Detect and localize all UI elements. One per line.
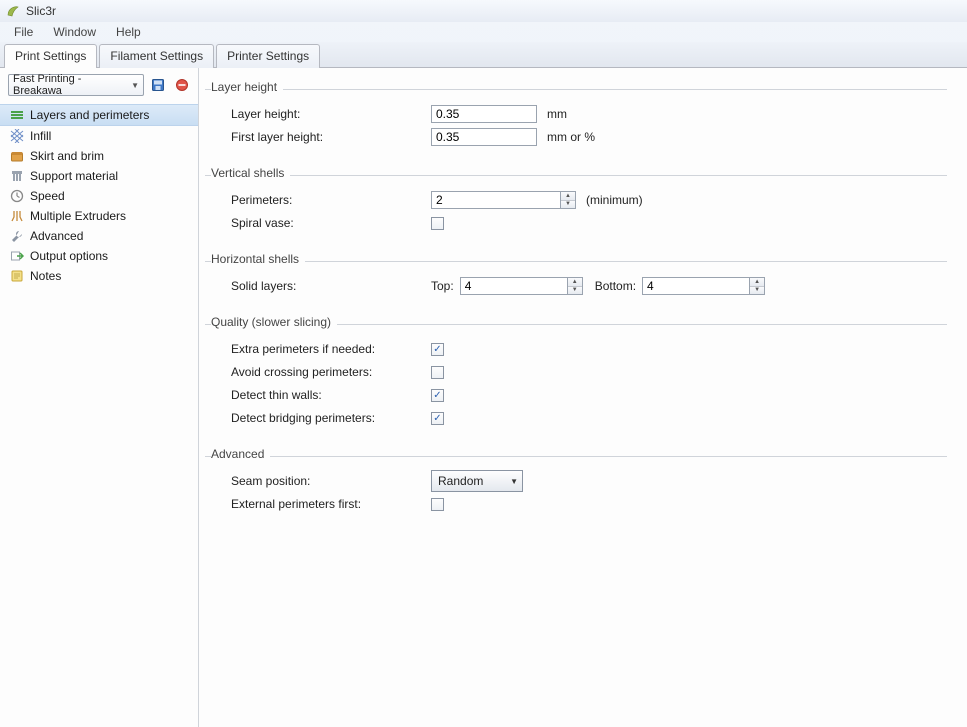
spin-down-icon[interactable]: ▼: [750, 287, 764, 295]
chevron-down-icon: ▼: [510, 477, 518, 486]
layer-height-label: Layer height:: [231, 107, 431, 121]
group-advanced: Advanced Seam position: Random ▼ Externa…: [205, 447, 947, 515]
spin-up-icon[interactable]: ▲: [561, 192, 575, 201]
sidebar-item-speed[interactable]: Speed: [0, 186, 198, 206]
menubar: File Window Help: [0, 22, 967, 42]
group-vertical-shells: Vertical shells Perimeters: ▲▼ (minimum)…: [205, 166, 947, 234]
group-title: Layer height: [211, 80, 283, 94]
sidebar-item-multiple-extruders[interactable]: Multiple Extruders: [0, 206, 198, 226]
app-icon: [6, 4, 20, 18]
chevron-down-icon: ▼: [131, 81, 139, 90]
external-perimeters-first-label: External perimeters first:: [231, 497, 431, 511]
sidebar-item-label: Support material: [30, 169, 118, 183]
output-icon: [10, 249, 24, 263]
tab-print-settings[interactable]: Print Settings: [4, 44, 97, 68]
bottom-label: Bottom:: [595, 279, 636, 293]
top-label: Top:: [431, 279, 454, 293]
solid-layers-top-input[interactable]: [460, 277, 568, 295]
sidebar-item-skirt-and-brim[interactable]: Skirt and brim: [0, 146, 198, 166]
preset-row: Fast Printing - Breakawa ▼: [0, 68, 198, 102]
spiral-vase-label: Spiral vase:: [231, 216, 431, 230]
seam-position-select[interactable]: Random ▼: [431, 470, 523, 492]
sidebar-item-output-options[interactable]: Output options: [0, 246, 198, 266]
perimeters-label: Perimeters:: [231, 193, 431, 207]
first-layer-height-input[interactable]: [431, 128, 537, 146]
seam-position-label: Seam position:: [231, 474, 431, 488]
save-preset-button[interactable]: [148, 75, 168, 95]
seam-position-value: Random: [438, 474, 483, 488]
external-perimeters-first-checkbox[interactable]: [431, 498, 444, 511]
perimeters-input[interactable]: [431, 191, 561, 209]
group-horizontal-shells: Horizontal shells Solid layers: Top: ▲▼ …: [205, 252, 947, 297]
preset-selected-label: Fast Printing - Breakawa: [13, 73, 131, 97]
wrench-icon: [10, 229, 24, 243]
perimeters-suffix: (minimum): [586, 193, 643, 207]
avoid-crossing-label: Avoid crossing perimeters:: [231, 365, 431, 379]
preset-select[interactable]: Fast Printing - Breakawa ▼: [8, 74, 144, 96]
detect-bridging-checkbox[interactable]: ✓: [431, 412, 444, 425]
detect-thin-walls-label: Detect thin walls:: [231, 388, 431, 402]
sidebar-item-advanced[interactable]: Advanced: [0, 226, 198, 246]
menu-window[interactable]: Window: [45, 23, 104, 41]
titlebar: Slic3r: [0, 0, 967, 22]
sidebar-item-infill[interactable]: Infill: [0, 126, 198, 146]
delete-preset-button[interactable]: [172, 75, 192, 95]
box-icon: [10, 149, 24, 163]
sidebar-item-label: Infill: [30, 129, 51, 143]
app-title: Slic3r: [26, 4, 56, 18]
sidebar-nav: Layers and perimeters Infill Skirt and b…: [0, 102, 198, 288]
solid-layers-top-spinner[interactable]: ▲▼: [568, 277, 583, 295]
solid-layers-bottom-input[interactable]: [642, 277, 750, 295]
menu-help[interactable]: Help: [108, 23, 149, 41]
group-title: Vertical shells: [211, 166, 290, 180]
group-quality: Quality (slower slicing) Extra perimeter…: [205, 315, 947, 429]
sidebar-item-notes[interactable]: Notes: [0, 266, 198, 286]
tabstrip: Print Settings Filament Settings Printer…: [0, 42, 967, 68]
group-title: Quality (slower slicing): [211, 315, 337, 329]
infill-icon: [10, 129, 24, 143]
tab-filament-settings[interactable]: Filament Settings: [99, 44, 214, 68]
tab-printer-settings[interactable]: Printer Settings: [216, 44, 320, 68]
spin-up-icon[interactable]: ▲: [750, 278, 764, 287]
first-layer-height-label: First layer height:: [231, 130, 431, 144]
floppy-disk-icon: [151, 78, 165, 92]
sidebar-item-label: Advanced: [30, 229, 83, 243]
spiral-vase-checkbox[interactable]: [431, 217, 444, 230]
sidebar-item-label: Speed: [30, 189, 65, 203]
clock-icon: [10, 189, 24, 203]
layer-height-input[interactable]: [431, 105, 537, 123]
first-layer-height-unit: mm or %: [547, 130, 595, 144]
sidebar: Fast Printing - Breakawa ▼ Layers and pe…: [0, 68, 199, 727]
detect-bridging-label: Detect bridging perimeters:: [231, 411, 431, 425]
layers-icon: [10, 108, 24, 122]
settings-content: Layer height Layer height: mm First laye…: [199, 68, 967, 727]
group-title: Horizontal shells: [211, 252, 305, 266]
sidebar-item-label: Output options: [30, 249, 108, 263]
group-title: Advanced: [211, 447, 270, 461]
sidebar-item-label: Skirt and brim: [30, 149, 104, 163]
sidebar-item-label: Notes: [30, 269, 61, 283]
sidebar-item-support-material[interactable]: Support material: [0, 166, 198, 186]
delete-icon: [175, 78, 189, 92]
support-icon: [10, 169, 24, 183]
avoid-crossing-checkbox[interactable]: [431, 366, 444, 379]
notes-icon: [10, 269, 24, 283]
sidebar-item-label: Multiple Extruders: [30, 209, 126, 223]
spin-down-icon[interactable]: ▼: [561, 201, 575, 209]
detect-thin-walls-checkbox[interactable]: ✓: [431, 389, 444, 402]
spin-down-icon[interactable]: ▼: [568, 287, 582, 295]
sidebar-item-layers-and-perimeters[interactable]: Layers and perimeters: [0, 104, 198, 126]
extra-perimeters-label: Extra perimeters if needed:: [231, 342, 431, 356]
perimeters-spinner[interactable]: ▲▼: [561, 191, 576, 209]
extra-perimeters-checkbox[interactable]: ✓: [431, 343, 444, 356]
group-layer-height: Layer height Layer height: mm First laye…: [205, 80, 947, 148]
extruder-icon: [10, 209, 24, 223]
solid-layers-label: Solid layers:: [231, 279, 431, 293]
layer-height-unit: mm: [547, 107, 567, 121]
menu-file[interactable]: File: [6, 23, 41, 41]
sidebar-item-label: Layers and perimeters: [30, 108, 149, 122]
spin-up-icon[interactable]: ▲: [568, 278, 582, 287]
solid-layers-bottom-spinner[interactable]: ▲▼: [750, 277, 765, 295]
